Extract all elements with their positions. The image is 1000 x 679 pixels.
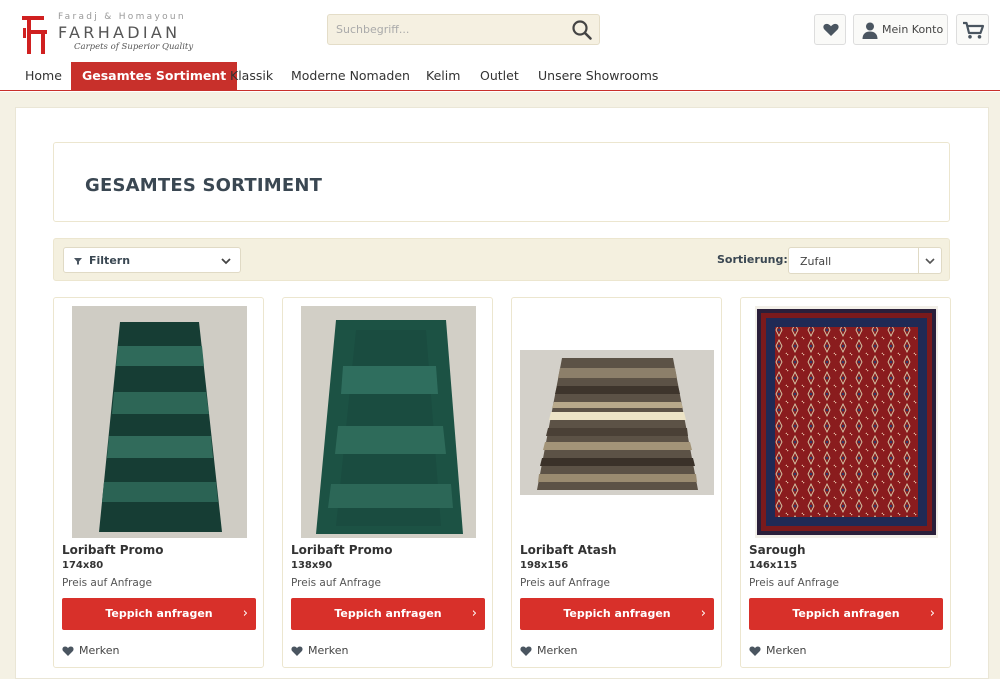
nav-item-moderne-nomaden[interactable]: Moderne Nomaden (291, 62, 410, 91)
page-title: GESAMTES SORTIMENT (85, 175, 323, 196)
heart-icon (823, 23, 839, 36)
heart-icon (62, 646, 74, 656)
product-price: Preis auf Anfrage (520, 577, 610, 589)
category-header: GESAMTES SORTIMENT (53, 142, 950, 222)
search-icon (572, 20, 592, 40)
filter-icon (74, 258, 82, 265)
product-image[interactable] (301, 306, 476, 538)
product-name[interactable]: Sarough (749, 543, 806, 557)
sort-value: Zufall (800, 255, 832, 268)
logo-main-text: FARHADIAN (58, 23, 181, 42)
product-card[interactable]: Sarough 146x115 Preis auf Anfrage Teppic… (740, 297, 951, 668)
search-input[interactable] (328, 15, 563, 44)
wishlist-label: Merken (537, 644, 578, 657)
product-price: Preis auf Anfrage (291, 577, 381, 589)
chevron-right-icon: › (700, 606, 706, 621)
account-button[interactable]: Mein Konto (853, 14, 948, 45)
product-size: 146x115 (749, 560, 798, 571)
nav-item-showrooms[interactable]: Unsere Showrooms (538, 62, 658, 91)
product-size: 198x156 (520, 560, 569, 571)
heart-icon (749, 646, 761, 656)
product-image[interactable] (520, 350, 714, 495)
product-size: 174x80 (62, 560, 104, 571)
logo-tagline: Carpets of Superior Quality (74, 42, 194, 52)
product-name[interactable]: Loribaft Promo (291, 543, 392, 557)
sort-select[interactable]: Zufall (788, 247, 942, 274)
product-card[interactable]: Loribaft Promo 174x80 Preis auf Anfrage … (53, 297, 264, 668)
wishlist-label: Merken (79, 644, 120, 657)
nav-item-home[interactable]: Home (25, 62, 62, 91)
sort-arrow-box (918, 248, 941, 273)
product-image[interactable] (72, 306, 247, 538)
chevron-down-icon (925, 258, 935, 265)
request-carpet-label: Teppich anfragen (105, 607, 213, 620)
chevron-right-icon: › (929, 606, 935, 621)
main-navigation: Home Gesamtes Sortiment Klassik Moderne … (0, 62, 1000, 91)
heart-icon (291, 646, 303, 656)
nav-item-outlet[interactable]: Outlet (480, 62, 519, 91)
request-carpet-button[interactable]: Teppich anfragen › (520, 598, 714, 630)
wishlist-label: Merken (766, 644, 807, 657)
nav-item-gesamtes-sortiment[interactable]: Gesamtes Sortiment (71, 62, 238, 91)
nav-item-kelim[interactable]: Kelim (426, 62, 460, 91)
site-header: Faradj & Homayoun FARHADIAN Carpets of S… (0, 0, 1000, 62)
request-carpet-label: Teppich anfragen (563, 607, 671, 620)
logo-top-text: Faradj & Homayoun (58, 12, 186, 22)
request-carpet-button[interactable]: Teppich anfragen › (62, 598, 256, 630)
user-icon (862, 22, 878, 39)
filter-dropdown[interactable]: Filtern (63, 247, 241, 273)
product-size: 138x90 (291, 560, 333, 571)
chevron-down-icon (221, 258, 231, 265)
product-price: Preis auf Anfrage (749, 577, 839, 589)
request-carpet-button[interactable]: Teppich anfragen › (291, 598, 485, 630)
product-image[interactable] (755, 306, 938, 538)
request-carpet-label: Teppich anfragen (792, 607, 900, 620)
sort-label: Sortierung: (717, 253, 788, 266)
heart-icon (520, 646, 532, 656)
cart-icon (963, 21, 985, 39)
farhadian-logo[interactable]: Faradj & Homayoun FARHADIAN Carpets of S… (22, 12, 194, 56)
filter-bar: Filtern Sortierung: Zufall (53, 238, 950, 281)
product-name[interactable]: Loribaft Promo (62, 543, 163, 557)
account-label: Mein Konto (882, 23, 944, 36)
chevron-right-icon: › (471, 606, 477, 621)
nav-item-klassik[interactable]: Klassik (230, 62, 273, 91)
product-card[interactable]: Loribaft Atash 198x156 Preis auf Anfrage… (511, 297, 722, 668)
product-card[interactable]: Loribaft Promo 138x90 Preis auf Anfrage … (282, 297, 493, 668)
wishlist-label: Merken (308, 644, 349, 657)
logo-monogram-icon (22, 16, 47, 54)
request-carpet-button[interactable]: Teppich anfragen › (749, 598, 943, 630)
product-price: Preis auf Anfrage (62, 577, 152, 589)
search-box (327, 14, 600, 45)
product-name[interactable]: Loribaft Atash (520, 543, 617, 557)
request-carpet-label: Teppich anfragen (334, 607, 442, 620)
filter-label: Filtern (89, 254, 131, 267)
chevron-right-icon: › (242, 606, 248, 621)
search-button[interactable] (571, 19, 593, 41)
cart-button[interactable] (956, 14, 989, 45)
wishlist-button[interactable] (814, 14, 846, 45)
